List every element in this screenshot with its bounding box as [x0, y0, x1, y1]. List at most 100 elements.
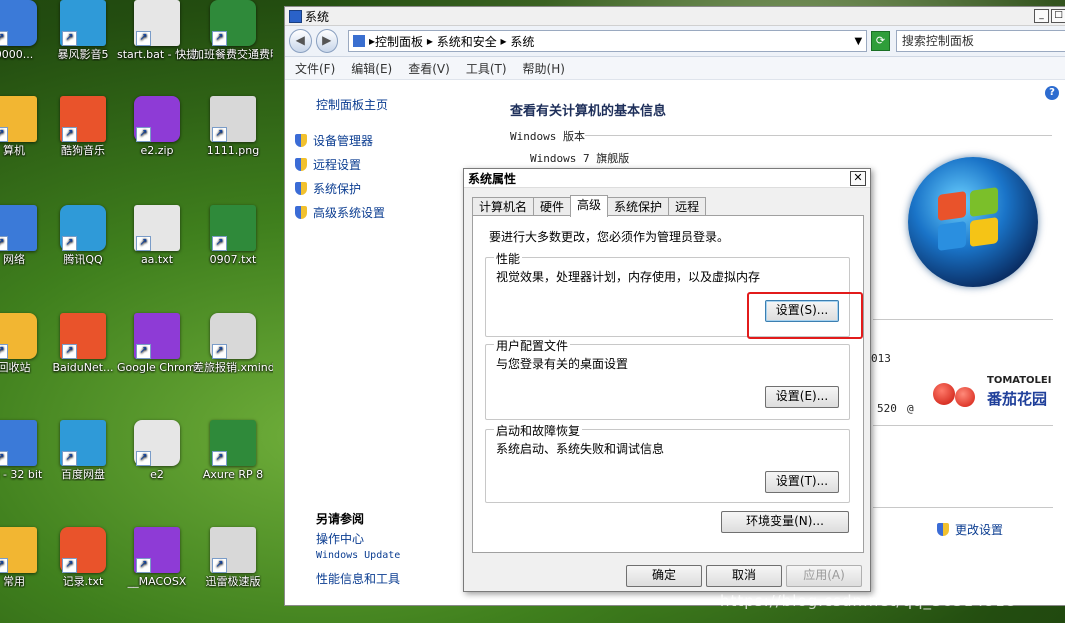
shortcut-arrow-icon: ↗ [62, 31, 77, 46]
edition-section-label: Windows 版本 [510, 130, 585, 143]
tab-remote[interactable]: 远程 [668, 197, 707, 216]
shortcut-arrow-icon: ↗ [136, 344, 151, 359]
desktop-icon[interactable]: ↗ 1111.png [193, 96, 273, 157]
tab-system-protection[interactable]: 系统保护 [607, 197, 670, 216]
device-manager-link[interactable]: 设备管理器 [295, 132, 373, 149]
ok-button[interactable]: 确定 [626, 565, 702, 587]
tomato-icon [933, 383, 955, 405]
system-window-titlebar[interactable]: 系统 _ □ [285, 7, 1065, 26]
dialog-titlebar[interactable]: 系统属性 ✕ [464, 169, 870, 188]
oem-subtitle: 番茄花园 [987, 390, 1048, 408]
forward-button[interactable]: ▶ [315, 29, 338, 53]
breadcrumb-system-security[interactable]: 系统和安全 [437, 33, 497, 50]
desktop-icon-label: 迅雷极速版 [205, 575, 261, 588]
apply-button[interactable]: 应用(A) [786, 565, 862, 587]
page-title: 查看有关计算机的基本信息 [510, 104, 667, 119]
desktop-icon-label: 腾讯QQ [63, 253, 103, 266]
file-icon: ↗ [134, 205, 180, 251]
desktop-icon[interactable]: ↗ 差旅报销.xmind [193, 313, 273, 374]
windows-update-link[interactable]: Windows Update [316, 550, 400, 561]
oem-logo: TOMATOLEI 番茄花园 [931, 375, 1061, 415]
file-icon: ↗ [134, 96, 180, 142]
shield-icon [295, 182, 307, 195]
desktop-icon[interactable]: ↗ 酷狗音乐 [43, 96, 123, 157]
system-window-icon [289, 9, 302, 23]
performance-info-link[interactable]: 性能信息和工具 [316, 570, 400, 587]
desktop-icon[interactable]: ↗ __MACOSX [117, 527, 197, 588]
divider [873, 319, 1053, 320]
desktop-icon-label: Axure RP 8 [202, 468, 264, 481]
desktop-icon[interactable]: ↗ e2.zip [117, 96, 197, 157]
file-icon: ↗ [60, 527, 106, 573]
see-also-title: 另请参阅 [316, 512, 365, 526]
desktop-icon[interactable]: ↗ 百度网盘 [43, 420, 123, 481]
remote-settings-link[interactable]: 远程设置 [295, 156, 361, 173]
cancel-button[interactable]: 取消 [706, 565, 782, 587]
chevron-down-icon[interactable]: ▼ [854, 36, 862, 47]
shortcut-arrow-icon: ↗ [62, 344, 77, 359]
environment-variables-button[interactable]: 环境变量(N)... [721, 511, 849, 533]
shortcut-arrow-icon: ↗ [212, 236, 227, 251]
shortcut-arrow-icon: ↗ [212, 344, 227, 359]
partial-copyright-year: 013 [871, 352, 891, 365]
change-settings-link[interactable]: 更改设置 [937, 521, 1003, 538]
dialog-tabs: 计算机名 硬件 高级 系统保护 远程 [472, 195, 707, 217]
desktop-icon[interactable]: ↗ 迅雷极速版 [193, 527, 273, 588]
close-icon[interactable]: ✕ [850, 170, 866, 186]
file-icon: ↗ [0, 96, 37, 142]
menu-help[interactable]: 帮助(H) [523, 60, 565, 77]
action-center-link[interactable]: 操作中心 [316, 530, 364, 547]
shortcut-arrow-icon: ↗ [62, 558, 77, 573]
desktop-icon[interactable]: ↗ 0907.txt [193, 205, 273, 266]
system-protection-link[interactable]: 系统保护 [295, 180, 361, 197]
breadcrumb-separator-icon: ▸ [423, 34, 437, 48]
shortcut-arrow-icon: ↗ [0, 31, 8, 46]
divider [873, 507, 1053, 508]
back-button[interactable]: ◀ [289, 29, 312, 53]
help-icon[interactable]: ? [1045, 86, 1059, 100]
menu-file[interactable]: 文件(F) [295, 60, 335, 77]
desktop-icon[interactable]: ↗ 暴风影音5 [43, 0, 123, 61]
desktop-icon-label: 暴风影音5 [57, 48, 109, 61]
desktop-icon[interactable]: ↗ 腾讯QQ [43, 205, 123, 266]
maximize-button[interactable]: □ [1051, 9, 1065, 23]
minimize-button[interactable]: _ [1034, 9, 1049, 23]
menu-tools[interactable]: 工具(T) [466, 60, 507, 77]
desktop-icon[interactable]: ↗ BaiduNet... [43, 313, 123, 374]
desktop-icon[interactable]: ↗ 记录.txt [43, 527, 123, 588]
watermark: https://blog.csdn.net/qq_36514918 [720, 592, 1017, 610]
shortcut-arrow-icon: ↗ [136, 31, 151, 46]
file-icon: ↗ [210, 0, 256, 46]
shield-icon [295, 134, 307, 147]
system-window-title: 系统 [305, 9, 330, 24]
desktop-icon[interactable]: ↗ aa.txt [117, 205, 197, 266]
control-panel-home-link[interactable]: 控制面板主页 [316, 96, 388, 113]
menu-edit[interactable]: 编辑(E) [351, 60, 392, 77]
tab-computer-name[interactable]: 计算机名 [472, 197, 535, 216]
tab-advanced[interactable]: 高级 [570, 195, 609, 217]
desktop-icon[interactable]: ↗ Google Chrome [117, 313, 197, 374]
desktop-icon[interactable]: ↗ start.bat - 快捷方式 [117, 0, 197, 61]
desktop-icon[interactable]: ↗ 加班餐费交通费明细... [193, 0, 273, 61]
file-icon: ↗ [0, 0, 37, 46]
file-icon: ↗ [60, 96, 106, 142]
breadcrumb-control-panel[interactable]: 控制面板 [375, 33, 423, 50]
tab-hardware[interactable]: 硬件 [533, 197, 572, 216]
file-icon: ↗ [210, 527, 256, 573]
desktop-icon-label: 0907.txt [209, 253, 257, 266]
refresh-icon[interactable]: ⟳ [871, 31, 890, 51]
file-icon: ↗ [210, 96, 256, 142]
address-bar[interactable]: ▸ 控制面板 ▸ 系统和安全 ▸ 系统 ▼ [348, 30, 868, 52]
advanced-settings-link[interactable]: 高级系统设置 [295, 204, 385, 221]
desktop-icon[interactable]: ↗ e2 [117, 420, 197, 481]
menu-view[interactable]: 查看(V) [408, 60, 450, 77]
performance-group-desc: 视觉效果，处理器计划，内存使用，以及虚拟内存 [496, 270, 761, 284]
breadcrumb-system[interactable]: 系统 [510, 33, 534, 50]
search-input[interactable]: 搜索控制面板 [895, 30, 1065, 52]
file-icon: ↗ [134, 313, 180, 359]
file-icon: ↗ [210, 420, 256, 466]
startup-recovery-settings-button[interactable]: 设置(T)... [765, 471, 839, 493]
user-profiles-settings-button[interactable]: 设置(E)... [765, 386, 839, 408]
oem-name: TOMATOLEI [987, 375, 1052, 386]
desktop-icon[interactable]: ↗ Axure RP 8 [193, 420, 273, 481]
